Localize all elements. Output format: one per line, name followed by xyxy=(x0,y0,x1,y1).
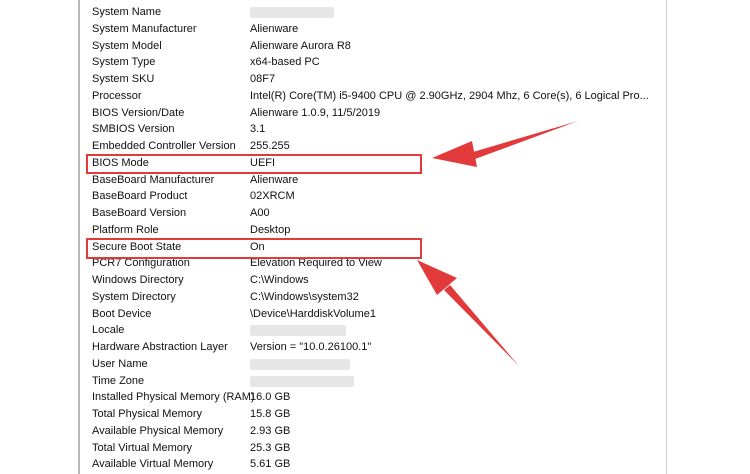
item-value: Version = "10.0.26100.1" xyxy=(250,341,372,353)
item-value: 5.61 GB xyxy=(250,458,291,471)
item-value: 08F7 xyxy=(250,73,276,85)
row-total-physical-memory[interactable]: Total Physical Memory 15.8 GB xyxy=(92,406,662,423)
panel-left-border xyxy=(78,0,80,474)
redacted-value xyxy=(250,375,354,387)
item-label: Processor xyxy=(92,89,142,102)
row-baseboard-product[interactable]: BaseBoard Product 02XRCM xyxy=(92,188,662,205)
item-label: Available Virtual Memory xyxy=(92,458,214,471)
item-value: 2.93 GB xyxy=(250,424,291,437)
item-value: Alienware xyxy=(250,173,299,186)
bios-mode-highlight-box xyxy=(86,154,422,174)
item-label: System SKU xyxy=(92,73,155,85)
row-baseboard-version[interactable]: BaseBoard Version A00 xyxy=(92,205,662,222)
row-processor[interactable]: Processor Intel(R) Core(TM) i5-9400 CPU … xyxy=(92,88,662,105)
item-label: System Name xyxy=(92,6,162,18)
redacted-value xyxy=(250,7,334,18)
row-installed-physical-memory[interactable]: Installed Physical Memory (RAM) 16.0 GB xyxy=(92,389,662,406)
item-label: Windows Directory xyxy=(92,274,184,286)
row-total-virtual-memory[interactable]: Total Virtual Memory 25.3 GB xyxy=(92,440,662,457)
item-label: Total Physical Memory xyxy=(92,408,203,420)
item-label: Embedded Controller Version xyxy=(92,140,236,152)
row-bios-version-date[interactable]: BIOS Version/Date Alienware 1.0.9, 11/5/… xyxy=(92,105,662,122)
row-system-sku[interactable]: System SKU 08F7 xyxy=(92,71,662,88)
row-system-type[interactable]: System Type x64-based PC xyxy=(92,54,662,71)
secure-boot-highlight-box xyxy=(86,238,422,259)
item-value: 255.255 xyxy=(250,140,290,152)
item-value: C:\Windows xyxy=(250,274,309,286)
row-system-manufacturer[interactable]: System Manufacturer Alienware xyxy=(92,21,662,38)
row-available-virtual-memory[interactable]: Available Virtual Memory 5.61 GB xyxy=(92,456,662,473)
row-embedded-controller-version[interactable]: Embedded Controller Version 255.255 xyxy=(92,138,662,155)
item-label: System Model xyxy=(92,39,162,52)
row-system-name[interactable]: System Name xyxy=(92,4,662,21)
item-label: BaseBoard Product xyxy=(92,190,188,203)
item-label: Total Virtual Memory xyxy=(92,441,193,454)
item-value: 16.0 GB xyxy=(250,391,291,404)
item-value: 02XRCM xyxy=(250,190,295,203)
item-label: Available Physical Memory xyxy=(92,424,224,437)
item-value: Alienware xyxy=(250,22,299,35)
item-label: Installed Physical Memory (RAM) xyxy=(92,391,255,404)
item-value: Intel(R) Core(TM) i5-9400 CPU @ 2.90GHz,… xyxy=(250,89,649,102)
row-baseboard-manufacturer[interactable]: BaseBoard Manufacturer Alienware xyxy=(92,172,662,189)
item-value: Alienware Aurora R8 xyxy=(250,39,351,52)
item-label: Boot Device xyxy=(92,307,152,320)
item-label: SMBIOS Version xyxy=(92,123,175,136)
item-value: A00 xyxy=(250,207,270,219)
item-value: x64-based PC xyxy=(250,56,320,69)
row-smbios-version[interactable]: SMBIOS Version 3.1 xyxy=(92,121,662,138)
item-label: Time Zone xyxy=(92,374,145,387)
item-label: BaseBoard Manufacturer xyxy=(92,173,215,186)
item-value: C:\Windows\system32 xyxy=(250,290,359,303)
row-platform-role[interactable]: Platform Role Desktop xyxy=(92,222,662,239)
item-label: BaseBoard Version xyxy=(92,207,187,219)
row-system-model[interactable]: System Model Alienware Aurora R8 xyxy=(92,38,662,55)
item-label: Locale xyxy=(92,324,125,337)
item-label: User Name xyxy=(92,357,148,370)
item-value: \Device\HarddiskVolume1 xyxy=(250,307,376,320)
row-available-physical-memory[interactable]: Available Physical Memory 2.93 GB xyxy=(92,423,662,440)
row-boot-device[interactable]: Boot Device \Device\HarddiskVolume1 xyxy=(92,306,662,323)
item-value: Alienware 1.0.9, 11/5/2019 xyxy=(250,106,381,119)
item-label: System Manufacturer xyxy=(92,22,197,35)
item-label: Platform Role xyxy=(92,223,159,236)
redacted-value xyxy=(250,325,346,337)
row-system-directory[interactable]: System Directory C:\Windows\system32 xyxy=(92,289,662,306)
item-label: Hardware Abstraction Layer xyxy=(92,341,228,353)
row-windows-directory[interactable]: Windows Directory C:\Windows xyxy=(92,272,662,289)
row-time-zone[interactable]: Time Zone xyxy=(92,373,662,390)
redacted-value xyxy=(250,358,350,370)
item-value: 15.8 GB xyxy=(250,408,291,420)
item-value: 25.3 GB xyxy=(250,441,291,454)
item-value: Desktop xyxy=(250,223,291,236)
item-label: System Directory xyxy=(92,290,176,303)
item-label: System Type xyxy=(92,56,156,69)
row-hardware-abstraction-layer[interactable]: Hardware Abstraction Layer Version = "10… xyxy=(92,339,662,356)
item-label: BIOS Version/Date xyxy=(92,106,185,119)
row-user-name[interactable]: User Name xyxy=(92,356,662,373)
row-locale[interactable]: Locale xyxy=(92,322,662,339)
panel-right-border xyxy=(666,0,667,474)
item-value: 3.1 xyxy=(250,123,266,136)
